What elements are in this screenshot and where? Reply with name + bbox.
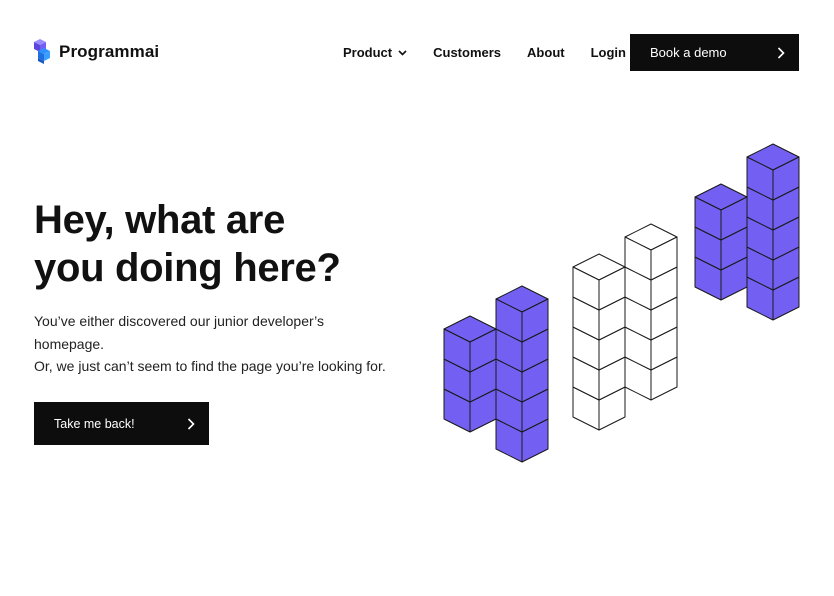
digit-four-left bbox=[443, 285, 549, 463]
digit-four-right bbox=[694, 143, 800, 321]
digit-zero bbox=[572, 223, 678, 431]
404-isometric-cubes-icon bbox=[443, 143, 800, 463]
